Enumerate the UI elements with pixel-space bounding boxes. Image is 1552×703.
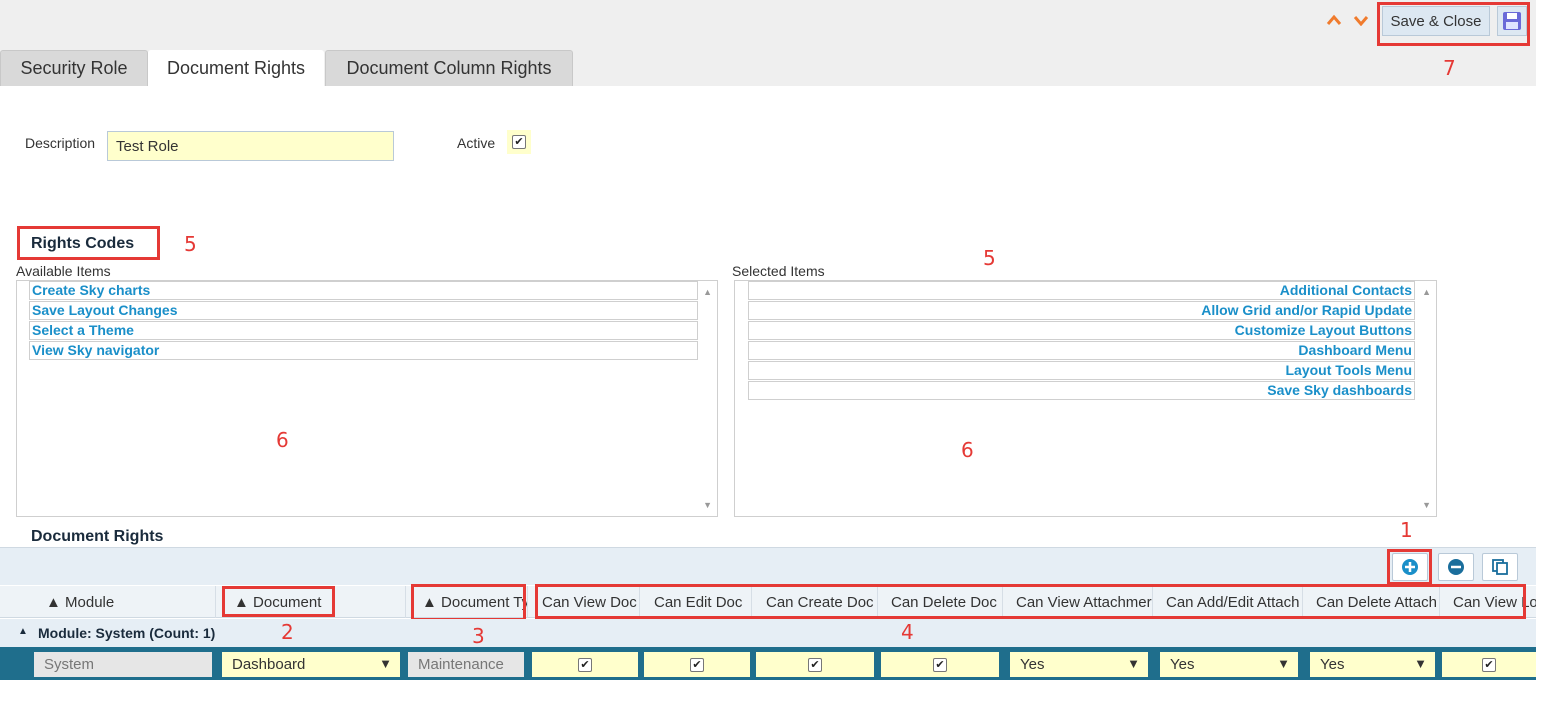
- rights-codes-title: Rights Codes: [31, 235, 135, 252]
- list-item[interactable]: Additional Contacts: [748, 281, 1415, 300]
- checkbox[interactable]: ✔: [808, 657, 822, 672]
- list-item[interactable]: Create Sky charts: [29, 281, 698, 300]
- column-header-can-edit-doc[interactable]: Can Edit Doc: [648, 586, 752, 618]
- dropdown-arrow-icon[interactable]: ▼: [1277, 656, 1290, 671]
- list-item[interactable]: Layout Tools Menu: [748, 361, 1415, 380]
- cell-can-view-attachments-select[interactable]: Yes ▼: [1010, 652, 1148, 677]
- cell-can-add-edit-attach-value: Yes: [1170, 656, 1195, 673]
- cell-can-create-doc[interactable]: ✔: [756, 652, 874, 677]
- grid-toolbar: [0, 547, 1540, 585]
- column-header-can-create-doc[interactable]: Can Create Doc: [760, 586, 878, 618]
- checkbox[interactable]: ✔: [933, 657, 947, 672]
- selected-items-list[interactable]: Additional Contacts Allow Grid and/or Ra…: [734, 280, 1437, 517]
- list-item[interactable]: View Sky navigator: [29, 341, 698, 360]
- list-item[interactable]: Save Sky dashboards: [748, 381, 1415, 400]
- description-label: Description: [25, 135, 96, 151]
- annotation-marker-5b: 5: [983, 246, 996, 270]
- group-row[interactable]: ▲ Module: System (Count: 1): [0, 619, 1540, 647]
- checkbox[interactable]: ✔: [1482, 657, 1496, 672]
- chevron-down-icon[interactable]: [1352, 10, 1370, 31]
- dropdown-arrow-icon[interactable]: ▼: [1127, 656, 1140, 671]
- active-checkbox[interactable]: ✔: [512, 135, 526, 149]
- scroll-down-icon[interactable]: ▼: [1422, 500, 1431, 510]
- checkbox[interactable]: ✔: [690, 657, 704, 672]
- cell-document-value: Dashboard: [232, 656, 306, 673]
- cell-can-view-attachments-value: Yes: [1020, 656, 1045, 673]
- scroll-up-icon[interactable]: ▲: [1422, 287, 1431, 297]
- description-field[interactable]: Test Role: [107, 131, 394, 161]
- column-header-can-add-edit-attach[interactable]: Can Add/Edit Attach: [1160, 586, 1303, 618]
- list-item[interactable]: Dashboard Menu: [748, 341, 1415, 360]
- collapse-icon[interactable]: ▲: [18, 626, 28, 637]
- cell-can-view-log[interactable]: ✔: [1442, 652, 1536, 677]
- column-header-can-delete-attach[interactable]: Can Delete Attach: [1310, 586, 1440, 618]
- document-rights-title: Document Rights: [31, 528, 164, 545]
- list-item[interactable]: Customize Layout Buttons: [748, 321, 1415, 340]
- cell-can-delete-attach-value: Yes: [1320, 656, 1345, 673]
- copy-icon[interactable]: [1482, 553, 1518, 581]
- scroll-up-icon[interactable]: ▲: [703, 287, 712, 297]
- cell-document-select[interactable]: Dashboard ▼: [222, 652, 400, 677]
- annotation-marker-4: 4: [901, 620, 914, 644]
- column-header-document-type[interactable]: ▲ Document Ty: [416, 586, 528, 618]
- scroll-down-icon[interactable]: ▼: [703, 500, 712, 510]
- tab-document-column-rights[interactable]: Document Column Rights: [325, 50, 573, 86]
- annotation-marker-7: 7: [1443, 56, 1456, 80]
- column-header-can-delete-doc[interactable]: Can Delete Doc: [885, 586, 1003, 618]
- available-items-label: Available Items: [16, 263, 111, 279]
- list-item[interactable]: Save Layout Changes: [29, 301, 698, 320]
- group-label: Module: System (Count: 1): [38, 625, 216, 641]
- floppy-disk-icon[interactable]: [1497, 6, 1527, 36]
- cell-can-add-edit-attach-select[interactable]: Yes ▼: [1160, 652, 1298, 677]
- page-edge: [0, 680, 1552, 703]
- add-icon[interactable]: [1392, 553, 1428, 581]
- chevron-up-icon[interactable]: [1325, 10, 1343, 31]
- tab-document-rights[interactable]: Document Rights: [148, 50, 324, 86]
- active-label: Active: [457, 135, 496, 151]
- annotation-marker-2: 2: [281, 620, 294, 644]
- remove-icon[interactable]: [1438, 553, 1474, 581]
- available-items-list[interactable]: Create Sky charts Save Layout Changes Se…: [16, 280, 718, 517]
- list-item[interactable]: Allow Grid and/or Rapid Update: [748, 301, 1415, 320]
- cell-document-type: Maintenance: [408, 652, 524, 677]
- cell-can-edit-doc[interactable]: ✔: [644, 652, 750, 677]
- checkbox[interactable]: ✔: [578, 657, 592, 672]
- column-header-document[interactable]: ▲ Document: [228, 586, 406, 618]
- annotation-marker-6b: 6: [961, 438, 974, 462]
- cell-can-delete-doc[interactable]: ✔: [881, 652, 999, 677]
- cell-can-delete-attach-select[interactable]: Yes ▼: [1310, 652, 1435, 677]
- annotation-marker-1: 1: [1400, 518, 1413, 542]
- selected-items-label: Selected Items: [732, 263, 825, 279]
- save-and-close-button[interactable]: Save & Close: [1382, 6, 1490, 36]
- dropdown-arrow-icon[interactable]: ▼: [1414, 656, 1427, 671]
- column-header-can-view-log[interactable]: Can View Lo: [1447, 586, 1537, 618]
- annotation-marker-6a: 6: [276, 428, 289, 452]
- tab-security-role[interactable]: Security Role: [0, 50, 148, 86]
- annotation-marker-5a: 5: [184, 232, 197, 256]
- column-header-module[interactable]: ▲ Module: [40, 586, 216, 618]
- cell-can-view-doc[interactable]: ✔: [532, 652, 638, 677]
- cell-module: System: [34, 652, 212, 677]
- list-item[interactable]: Select a Theme: [29, 321, 698, 340]
- column-header-can-view-attachments[interactable]: Can View Attachmer: [1010, 586, 1153, 618]
- page-edge: [1536, 0, 1552, 703]
- dropdown-arrow-icon[interactable]: ▼: [379, 656, 392, 671]
- annotation-marker-3: 3: [472, 624, 485, 648]
- column-header-can-view-doc[interactable]: Can View Doc: [536, 586, 640, 618]
